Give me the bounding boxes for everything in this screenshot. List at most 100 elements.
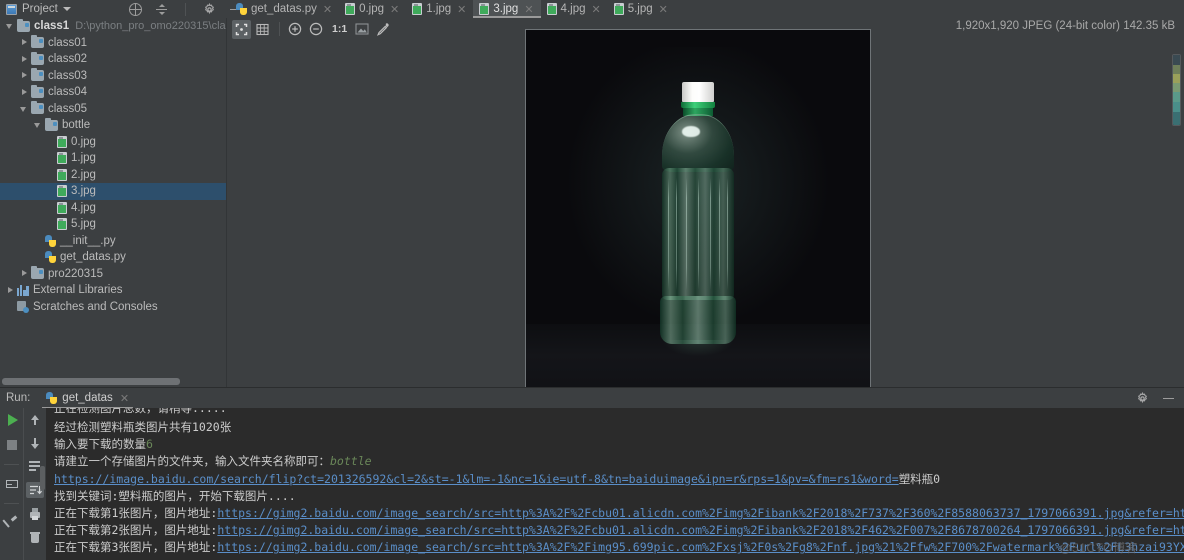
- run-icon[interactable]: [7, 414, 18, 426]
- run-tool-window-header: Run: get_datas ✕: [0, 387, 1184, 409]
- zoom-in-icon[interactable]: [285, 20, 304, 39]
- image-file-icon: [412, 3, 423, 15]
- tree-row-3-jpg[interactable]: 3.jpg: [0, 183, 226, 200]
- tree-row-bottle[interactable]: bottle: [0, 117, 226, 134]
- tree-row-scratches-and-consoles[interactable]: Scratches and Consoles: [0, 299, 226, 316]
- tree-row-4-jpg[interactable]: 4.jpg: [0, 200, 226, 217]
- console-text: 正在下载第1张图片，图片地址:: [54, 505, 218, 520]
- tree-row-2-jpg[interactable]: 2.jpg: [0, 167, 226, 184]
- image-file-icon: [57, 185, 67, 198]
- tree-row-class05[interactable]: class05: [0, 101, 226, 118]
- console-link[interactable]: https://gimg2.baidu.com/image_search/src…: [217, 523, 1184, 537]
- tab-4-jpg[interactable]: 4.jpg ✕: [541, 0, 608, 18]
- tree-row-external-libraries[interactable]: External Libraries: [0, 282, 226, 299]
- tree-label: class02: [48, 53, 87, 66]
- tab-3-jpg[interactable]: 3.jpg ✕: [473, 0, 541, 18]
- chevron-right-icon[interactable]: [20, 88, 29, 97]
- image-file-icon: [57, 201, 67, 214]
- tree-row-class01[interactable]: class01: [0, 35, 226, 52]
- tab-1-jpg[interactable]: 1.jpg ✕: [406, 0, 473, 18]
- tab-get_datas-py[interactable]: get_datas.py ✕: [230, 0, 339, 18]
- tree-label: class01: [48, 36, 87, 49]
- tree-row-class1[interactable]: class1 D:\python_pro_omo220315\class_d: [0, 18, 226, 35]
- close-icon[interactable]: ✕: [659, 3, 668, 16]
- close-icon[interactable]: ✕: [524, 3, 533, 16]
- clear-all-icon[interactable]: [28, 530, 42, 544]
- tree-label: 4.jpg: [71, 201, 96, 214]
- stop-icon[interactable]: [6, 440, 17, 450]
- chevron-right-icon[interactable]: [20, 38, 29, 47]
- tree-row-class04[interactable]: class04: [0, 84, 226, 101]
- settings-icon[interactable]: [1136, 391, 1149, 405]
- tree-label: 5.jpg: [71, 218, 96, 231]
- tree-root-path: D:\python_pro_omo220315\class_d: [75, 20, 226, 33]
- chevron-down-icon[interactable]: [6, 22, 15, 31]
- close-icon[interactable]: ✕: [591, 3, 600, 16]
- image-file-icon: [57, 135, 67, 148]
- run-tab-get_datas[interactable]: get_datas ✕: [38, 388, 137, 409]
- tree-row-class03[interactable]: class03: [0, 68, 226, 85]
- image-minimap[interactable]: [1172, 54, 1181, 126]
- tree-row-init-py[interactable]: __init__.py: [0, 233, 226, 250]
- tree-row-5-jpg[interactable]: 5.jpg: [0, 216, 226, 233]
- console-line: 正在下载第1张图片，图片地址:https://gimg2.baidu.com/i…: [54, 505, 1184, 522]
- tree-row-get_datas-py[interactable]: get_datas.py: [0, 249, 226, 266]
- console-line: 找到关键词:塑料瓶的图片，开始下载图片....: [54, 488, 1184, 505]
- pin-icon[interactable]: [1, 515, 19, 530]
- locate-icon[interactable]: [128, 2, 142, 16]
- print-icon[interactable]: [28, 507, 42, 521]
- console-output[interactable]: 正在检测图片总数，请稍等..... 经过检测塑料瓶类图片共有1020张 输入要下…: [46, 408, 1184, 560]
- console-line: 正在下载第2张图片，图片地址:https://gimg2.baidu.com/i…: [54, 522, 1184, 539]
- chevron-right-icon[interactable]: [20, 71, 29, 80]
- console-scrollbar-thumb[interactable]: [40, 466, 45, 490]
- tab-label: get_datas.py: [251, 3, 317, 15]
- tree-label: bottle: [62, 119, 91, 132]
- scroll-up-icon[interactable]: [28, 413, 42, 427]
- toggle-grid-icon[interactable]: [253, 20, 272, 39]
- minimize-icon[interactable]: [1162, 392, 1175, 405]
- pycharm-window: Project get_datas.py ✕ 0.jpg ✕ 1.jpg ✕ 3…: [0, 0, 1184, 560]
- color-picker-icon[interactable]: [373, 20, 392, 39]
- console-text: 正在检测图片总数，请稍等.....: [54, 408, 227, 414]
- actual-size-label[interactable]: 1:1: [327, 23, 352, 35]
- tree-row-class02[interactable]: class02: [0, 51, 226, 68]
- console-link[interactable]: https://gimg2.baidu.com/image_search/src…: [217, 540, 1184, 554]
- image-canvas[interactable]: [227, 28, 1168, 395]
- close-icon[interactable]: ✕: [390, 3, 399, 16]
- tab-0-jpg[interactable]: 0.jpg ✕: [339, 0, 406, 18]
- tree-row-0-jpg[interactable]: 0.jpg: [0, 134, 226, 151]
- chevron-right-icon[interactable]: [6, 286, 15, 295]
- toolbar-divider: [184, 2, 186, 16]
- watermark: @51CTO博客: [1059, 541, 1138, 555]
- chevron-right-icon[interactable]: [20, 55, 29, 64]
- scrollbar-thumb[interactable]: [2, 378, 180, 385]
- console-line: https://image.baidu.com/search/flip?ct=2…: [54, 471, 1184, 488]
- chevron-right-icon[interactable]: [20, 269, 29, 278]
- project-tree-horizontal-scrollbar[interactable]: [0, 377, 226, 386]
- console-text: 塑料瓶0: [898, 471, 941, 486]
- settings-icon[interactable]: [203, 2, 216, 16]
- project-icon: [6, 3, 17, 15]
- python-file-icon: [45, 234, 56, 247]
- zoom-out-icon[interactable]: [306, 20, 325, 39]
- close-icon[interactable]: ✕: [323, 3, 332, 16]
- scroll-down-icon[interactable]: [28, 436, 42, 450]
- project-view-button[interactable]: Project: [0, 0, 77, 18]
- toggle-transparency-icon[interactable]: [352, 20, 371, 39]
- tree-label: pro220315: [48, 267, 103, 280]
- project-tree[interactable]: class1 D:\python_pro_omo220315\class_d c…: [0, 18, 226, 387]
- close-icon[interactable]: ✕: [457, 3, 466, 16]
- collapse-all-icon[interactable]: [155, 3, 168, 16]
- tab-label: 0.jpg: [359, 3, 385, 15]
- chevron-down-icon[interactable]: [20, 104, 29, 113]
- compare-icon[interactable]: [5, 477, 19, 491]
- chevron-down-icon[interactable]: [34, 121, 43, 130]
- tree-row-1-jpg[interactable]: 1.jpg: [0, 150, 226, 167]
- tree-row-pro220315[interactable]: pro220315: [0, 266, 226, 283]
- close-icon[interactable]: ✕: [120, 392, 129, 405]
- tree-label: __init__.py: [60, 234, 116, 247]
- tab-5-jpg[interactable]: 5.jpg ✕: [608, 0, 675, 18]
- console-link[interactable]: https://image.baidu.com/search/flip?ct=2…: [54, 472, 899, 486]
- console-link[interactable]: https://gimg2.baidu.com/image_search/src…: [217, 506, 1184, 520]
- fit-to-window-icon[interactable]: [232, 19, 251, 39]
